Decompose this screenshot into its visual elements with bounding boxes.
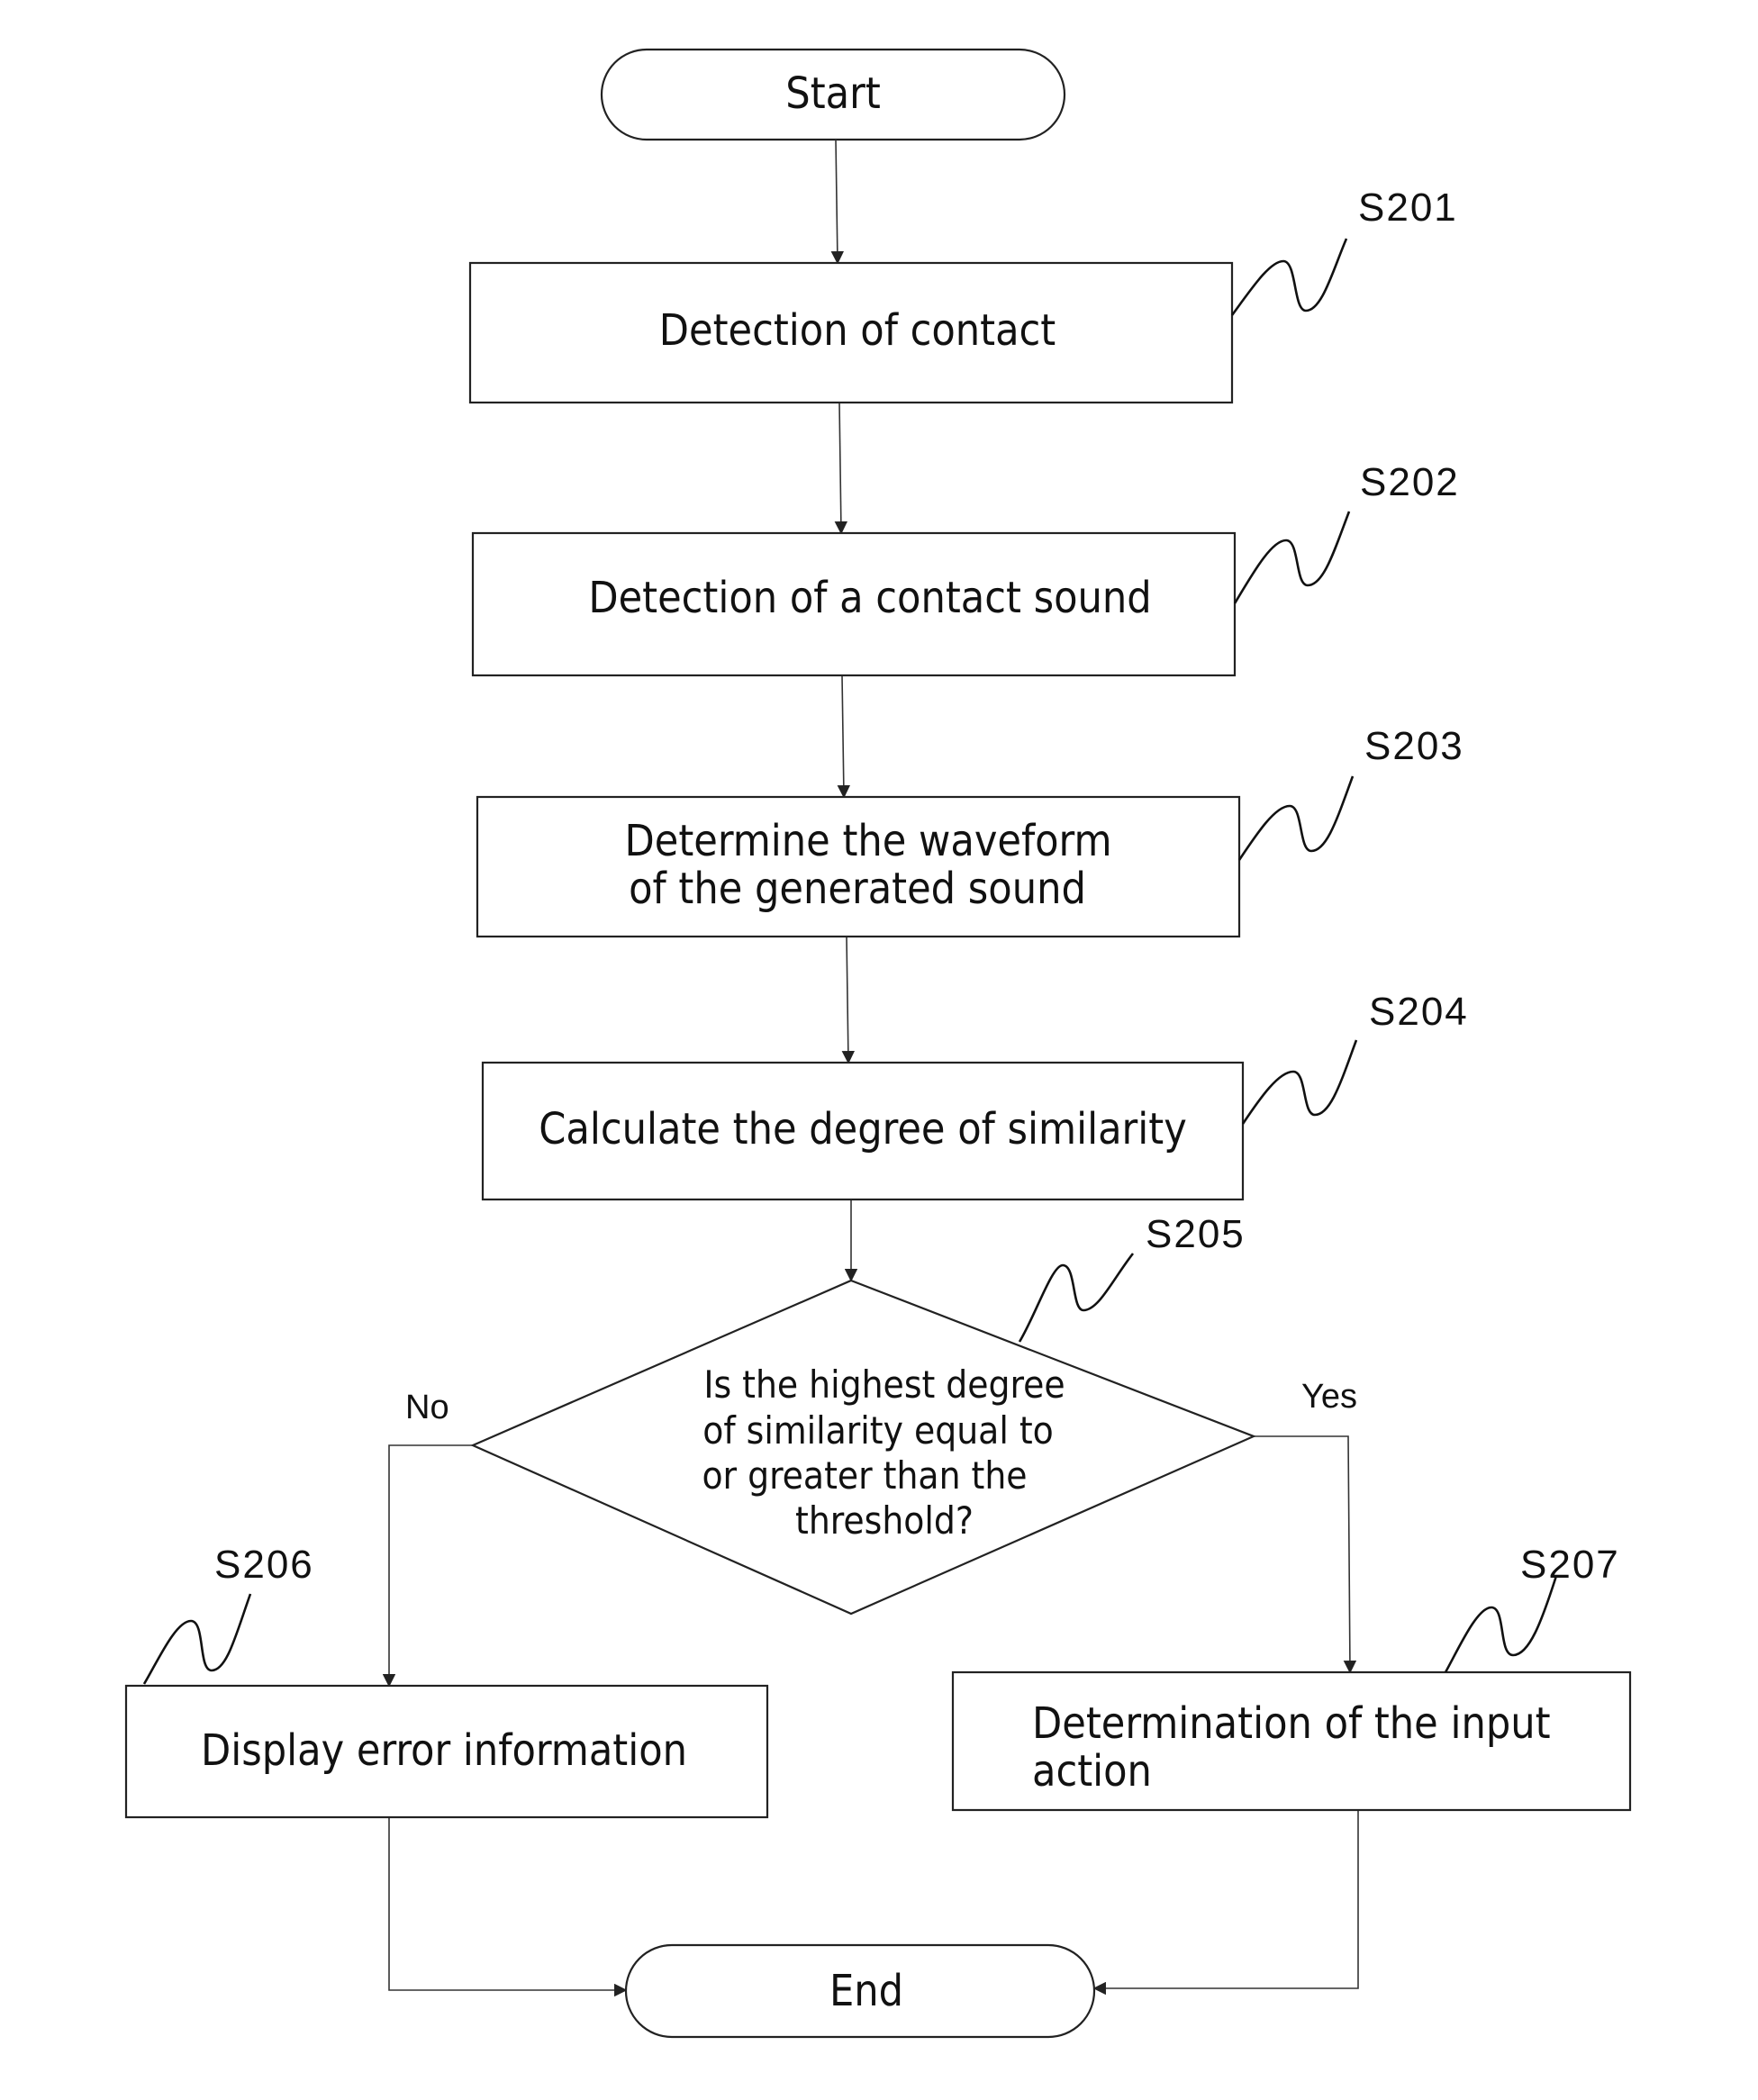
connector-start-s201 [830, 139, 845, 265]
step-s203: Determine the waveform of the generated … [476, 724, 1464, 938]
squiggle-leader-icon [1233, 511, 1351, 604]
end-label: End [829, 1966, 903, 2016]
squiggle-leader-icon [1241, 1039, 1358, 1125]
decision-s205-id: S205 [1146, 1212, 1246, 1256]
end-terminal: End [624, 1943, 1096, 2039]
connector-s206-end [388, 1817, 628, 1997]
decision-s205: Is the highest degree of similarity equa… [405, 1212, 1357, 1616]
flowchart: Start Detection of contact S201 Detectio… [124, 48, 1632, 2039]
step-s207-text-line1: Determination of the input [1032, 1698, 1551, 1749]
step-s203-id: S203 [1364, 724, 1464, 768]
decision-text-line2: of similarity equal to [702, 1408, 1054, 1453]
squiggle-leader-icon [1018, 1253, 1135, 1343]
step-s207-id: S207 [1520, 1543, 1620, 1587]
decision-text-line4: threshold? [795, 1498, 974, 1543]
start-label: Start [785, 68, 880, 119]
decision-text-line3: or greater than the [702, 1453, 1027, 1498]
connector-s201-s202 [834, 402, 848, 535]
squiggle-leader-icon [1230, 238, 1348, 316]
connector-yes-branch [1254, 1435, 1357, 1674]
step-s201: Detection of contact S201 [468, 186, 1458, 404]
step-s203-text-line1: Determine the waveform [624, 816, 1111, 866]
step-s207: Determination of the input action S207 [951, 1543, 1632, 1812]
squiggle-leader-icon [1444, 1575, 1558, 1673]
squiggle-leader-icon [1237, 775, 1355, 861]
decision-text-line1: Is the highest degree [703, 1362, 1065, 1407]
connector-s202-s203 [837, 674, 851, 799]
step-s204: Calculate the degree of similarity S204 [481, 990, 1469, 1201]
squiggle-leader-icon [142, 1593, 252, 1685]
step-s202-text: Detection of a contact sound [588, 573, 1151, 623]
step-s204-text: Calculate the degree of similarity [539, 1104, 1187, 1154]
connector-no-branch [382, 1444, 473, 1688]
yes-branch-label: Yes [1301, 1378, 1357, 1416]
step-s202-id: S202 [1360, 460, 1460, 504]
step-s204-id: S204 [1369, 990, 1469, 1034]
step-s202: Detection of a contact sound S202 [471, 460, 1460, 677]
connector-s203-s204 [841, 936, 856, 1064]
connector-s207-end [1092, 1810, 1359, 1996]
step-s206-id: S206 [214, 1543, 314, 1587]
step-s206: Display error information S206 [124, 1543, 769, 1819]
step-s206-text: Display error information [201, 1725, 687, 1776]
step-s203-text-line2: of the generated sound [629, 864, 1086, 914]
start-terminal: Start [600, 48, 1066, 141]
step-s201-text: Detection of contact [659, 305, 1056, 356]
step-s207-text-line2: action [1032, 1746, 1152, 1797]
no-branch-label: No [405, 1389, 449, 1426]
step-s201-id: S201 [1358, 186, 1458, 230]
